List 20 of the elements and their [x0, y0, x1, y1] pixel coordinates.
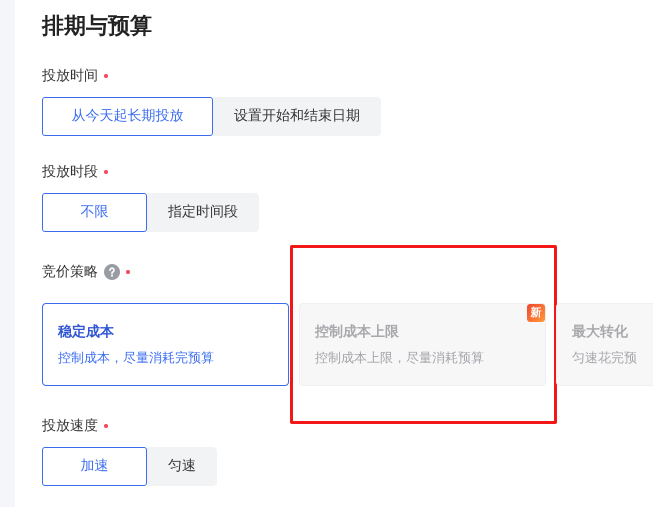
- option-button[interactable]: 不限: [42, 193, 147, 232]
- card-title: 控制成本上限: [315, 323, 400, 342]
- card-description: 匀速花完预: [572, 350, 638, 368]
- option-button[interactable]: 从今天起长期投放: [42, 97, 213, 136]
- option-button[interactable]: 设置开始和结束日期: [213, 97, 381, 136]
- field-label: 投放时间: [42, 66, 98, 86]
- card-title: 最大转化: [572, 323, 629, 342]
- card-title: 稳定成本: [58, 322, 115, 342]
- option-button[interactable]: 匀速: [147, 447, 217, 486]
- card-description: 控制成本，尽量消耗完预算: [58, 350, 215, 368]
- option-button[interactable]: 指定时间段: [147, 193, 259, 232]
- help-icon[interactable]: [104, 264, 120, 280]
- card-description: 控制成本上限，尽量消耗预算: [315, 350, 485, 368]
- new-badge: 新: [527, 304, 545, 322]
- field-label: 投放时段: [42, 162, 98, 182]
- option-button[interactable]: 加速: [42, 447, 147, 486]
- field-label: 竞价策略: [42, 262, 98, 282]
- field-label: 投放速度: [42, 416, 98, 436]
- page-title: 排期与预算: [42, 13, 153, 41]
- strategy-card[interactable]: 稳定成本 控制成本，尽量消耗完预算: [42, 303, 289, 386]
